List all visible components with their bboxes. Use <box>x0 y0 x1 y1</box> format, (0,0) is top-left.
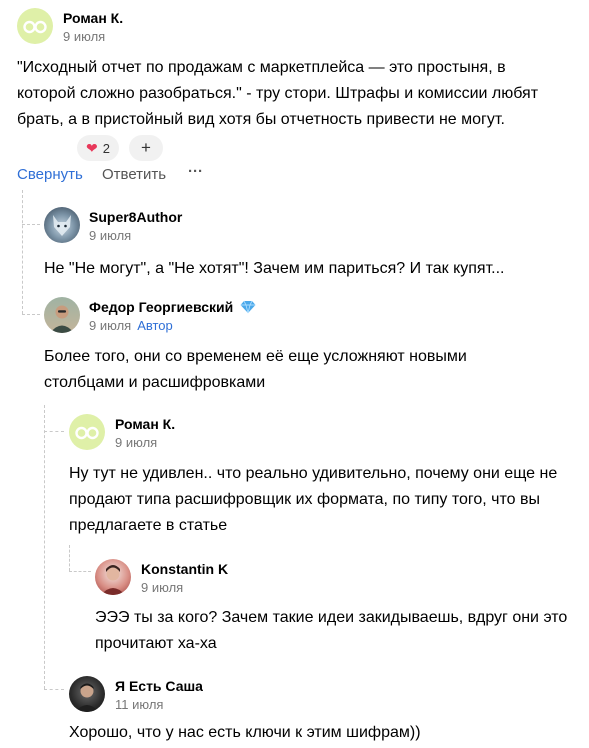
comment-date: 11 июля <box>115 697 164 712</box>
avatar-sasha[interactable] <box>69 676 105 712</box>
comment-date: 9 июля Автор <box>89 318 173 334</box>
date-text: 9 июля <box>89 318 132 333</box>
author-badge: Автор <box>137 318 173 333</box>
thread-line <box>22 190 23 314</box>
thread-connector <box>44 689 64 690</box>
glasses-icon <box>23 20 47 34</box>
comment-author[interactable]: Super8Author <box>89 208 182 226</box>
thread-connector <box>22 314 40 315</box>
comment-text: Более того, они со временем её еще услож… <box>44 348 467 391</box>
thread-connector <box>22 224 40 225</box>
thread-connector <box>44 431 64 432</box>
person-photo-icon <box>101 565 125 595</box>
reply-button[interactable]: Ответить <box>102 166 166 184</box>
thread-line <box>69 545 70 571</box>
glasses-icon <box>75 426 99 440</box>
comment-text: Ну тут не удивлен.. что реально удивител… <box>69 465 558 534</box>
avatar-roman[interactable] <box>69 414 105 450</box>
add-reaction-button[interactable]: + <box>129 135 163 161</box>
avatar-roman[interactable] <box>17 8 53 44</box>
comment-date: 9 июля <box>141 580 184 595</box>
plus-icon: + <box>141 138 151 157</box>
heart-icon: ❤ <box>86 139 98 156</box>
comment-text: Не "Не могут", а "Не хотят"! Зачем им па… <box>44 260 505 277</box>
person-photo-icon <box>75 683 99 712</box>
thread-connector <box>69 571 91 572</box>
comment-author[interactable]: Я Есть Саша <box>115 677 203 695</box>
comment-date: 9 июля <box>89 228 132 243</box>
comment-author[interactable]: Роман К. <box>63 9 123 27</box>
person-photo-icon <box>50 305 74 333</box>
avatar-fedor[interactable] <box>44 297 80 333</box>
reaction-heart-button[interactable]: ❤ 2 <box>77 135 119 161</box>
comment-text: Хорошо, что у нас есть ключи к этим шифр… <box>69 724 421 741</box>
more-options-icon[interactable]: ··· <box>188 163 203 181</box>
wolf-icon <box>53 215 71 236</box>
comment-date: 9 июля <box>63 29 106 44</box>
comment-text: "Исходный отчет по продажам с маркетплей… <box>17 59 539 128</box>
avatar-konstantin[interactable] <box>95 559 131 595</box>
avatar-super8author[interactable] <box>44 207 80 243</box>
comment-author[interactable]: Федор Георгиевский <box>89 298 256 316</box>
reaction-count: 2 <box>102 140 110 156</box>
diamond-icon <box>240 300 256 314</box>
author-name: Федор Георгиевский <box>89 299 234 315</box>
comment-text: ЭЭЭ ты за кого? Зачем такие идеи закидыв… <box>95 609 568 652</box>
comment-author[interactable]: Роман К. <box>115 415 175 433</box>
collapse-button[interactable]: Свернуть <box>17 166 83 184</box>
comment-date: 9 июля <box>115 435 158 450</box>
thread-line <box>44 405 45 689</box>
comment-author[interactable]: Konstantin K <box>141 560 228 578</box>
